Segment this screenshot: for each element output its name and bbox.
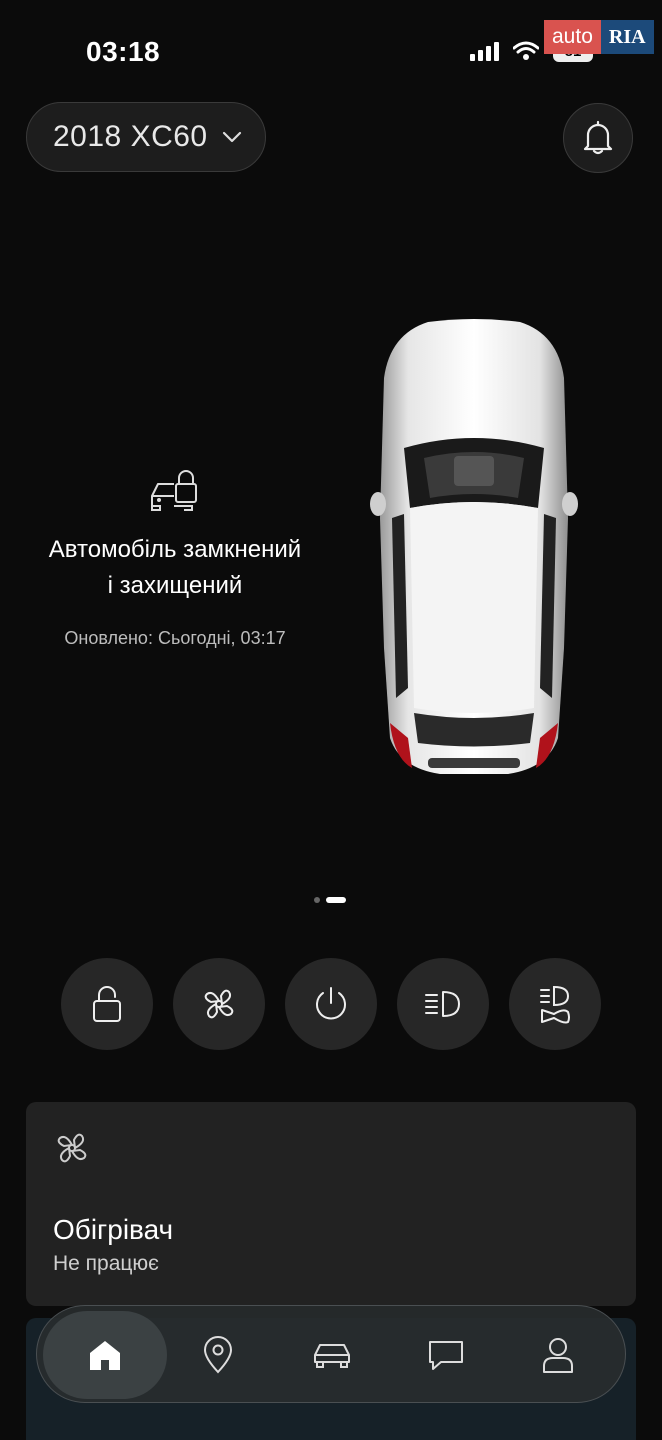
last-updated-text: Оновлено: Сьогодні, 03:17 (64, 628, 286, 648)
tab-car[interactable] (289, 1311, 375, 1399)
tab-profile[interactable] (515, 1311, 601, 1399)
heater-status: Не працює (53, 1252, 159, 1275)
tab-messages[interactable] (403, 1311, 489, 1399)
vehicle-name: 2018 XC60 (53, 120, 208, 153)
bottom-tab-bar (36, 1305, 626, 1403)
page-indicator (314, 897, 346, 903)
fan-icon (204, 989, 234, 1019)
car-icon (314, 1344, 350, 1368)
tab-home[interactable] (43, 1311, 167, 1399)
page-dot[interactable] (314, 897, 320, 903)
tab-map[interactable] (175, 1311, 261, 1399)
heater-card[interactable]: Обігрівач Не працює (26, 1102, 636, 1306)
vehicle-selector[interactable]: 2018 XC60 (26, 102, 266, 172)
profile-icon (543, 1338, 573, 1373)
notifications-button[interactable] (563, 103, 633, 173)
watermark-ria: RIA (600, 20, 654, 54)
lock-icon (93, 986, 121, 1022)
heater-fan-icon (54, 1130, 90, 1171)
lock-status-message: Автомобіль замкнений і захищений (20, 532, 330, 604)
status-time: 03:18 (86, 36, 161, 67)
wifi-icon (513, 41, 539, 60)
lock-status-line-2: і захищений (107, 572, 243, 599)
lock-status-line-1: Автомобіль замкнений (48, 536, 302, 563)
page-dot-active[interactable] (326, 897, 346, 903)
car-locked-icon (148, 466, 200, 519)
engine-start-button[interactable] (285, 958, 377, 1050)
heater-title: Обігрівач (53, 1214, 174, 1245)
home-icon (90, 1341, 120, 1370)
horn-and-lights-button[interactable] (509, 958, 601, 1050)
cellular-signal-icon (470, 41, 499, 61)
horn-lights-icon (540, 985, 570, 1024)
map-pin-icon (203, 1336, 233, 1374)
power-icon (316, 987, 346, 1020)
watermark-auto: auto (544, 20, 601, 54)
chevron-down-icon (222, 131, 241, 143)
bell-icon (583, 120, 613, 155)
autoria-watermark: auto RIA (544, 20, 654, 54)
climate-button[interactable] (173, 958, 265, 1050)
chat-icon (429, 1341, 463, 1370)
car-top-view-image (368, 318, 580, 785)
headlights-button[interactable] (397, 958, 489, 1050)
quick-actions-bar (61, 958, 601, 1050)
lock-button[interactable] (61, 958, 153, 1050)
headlights-icon (425, 991, 460, 1017)
